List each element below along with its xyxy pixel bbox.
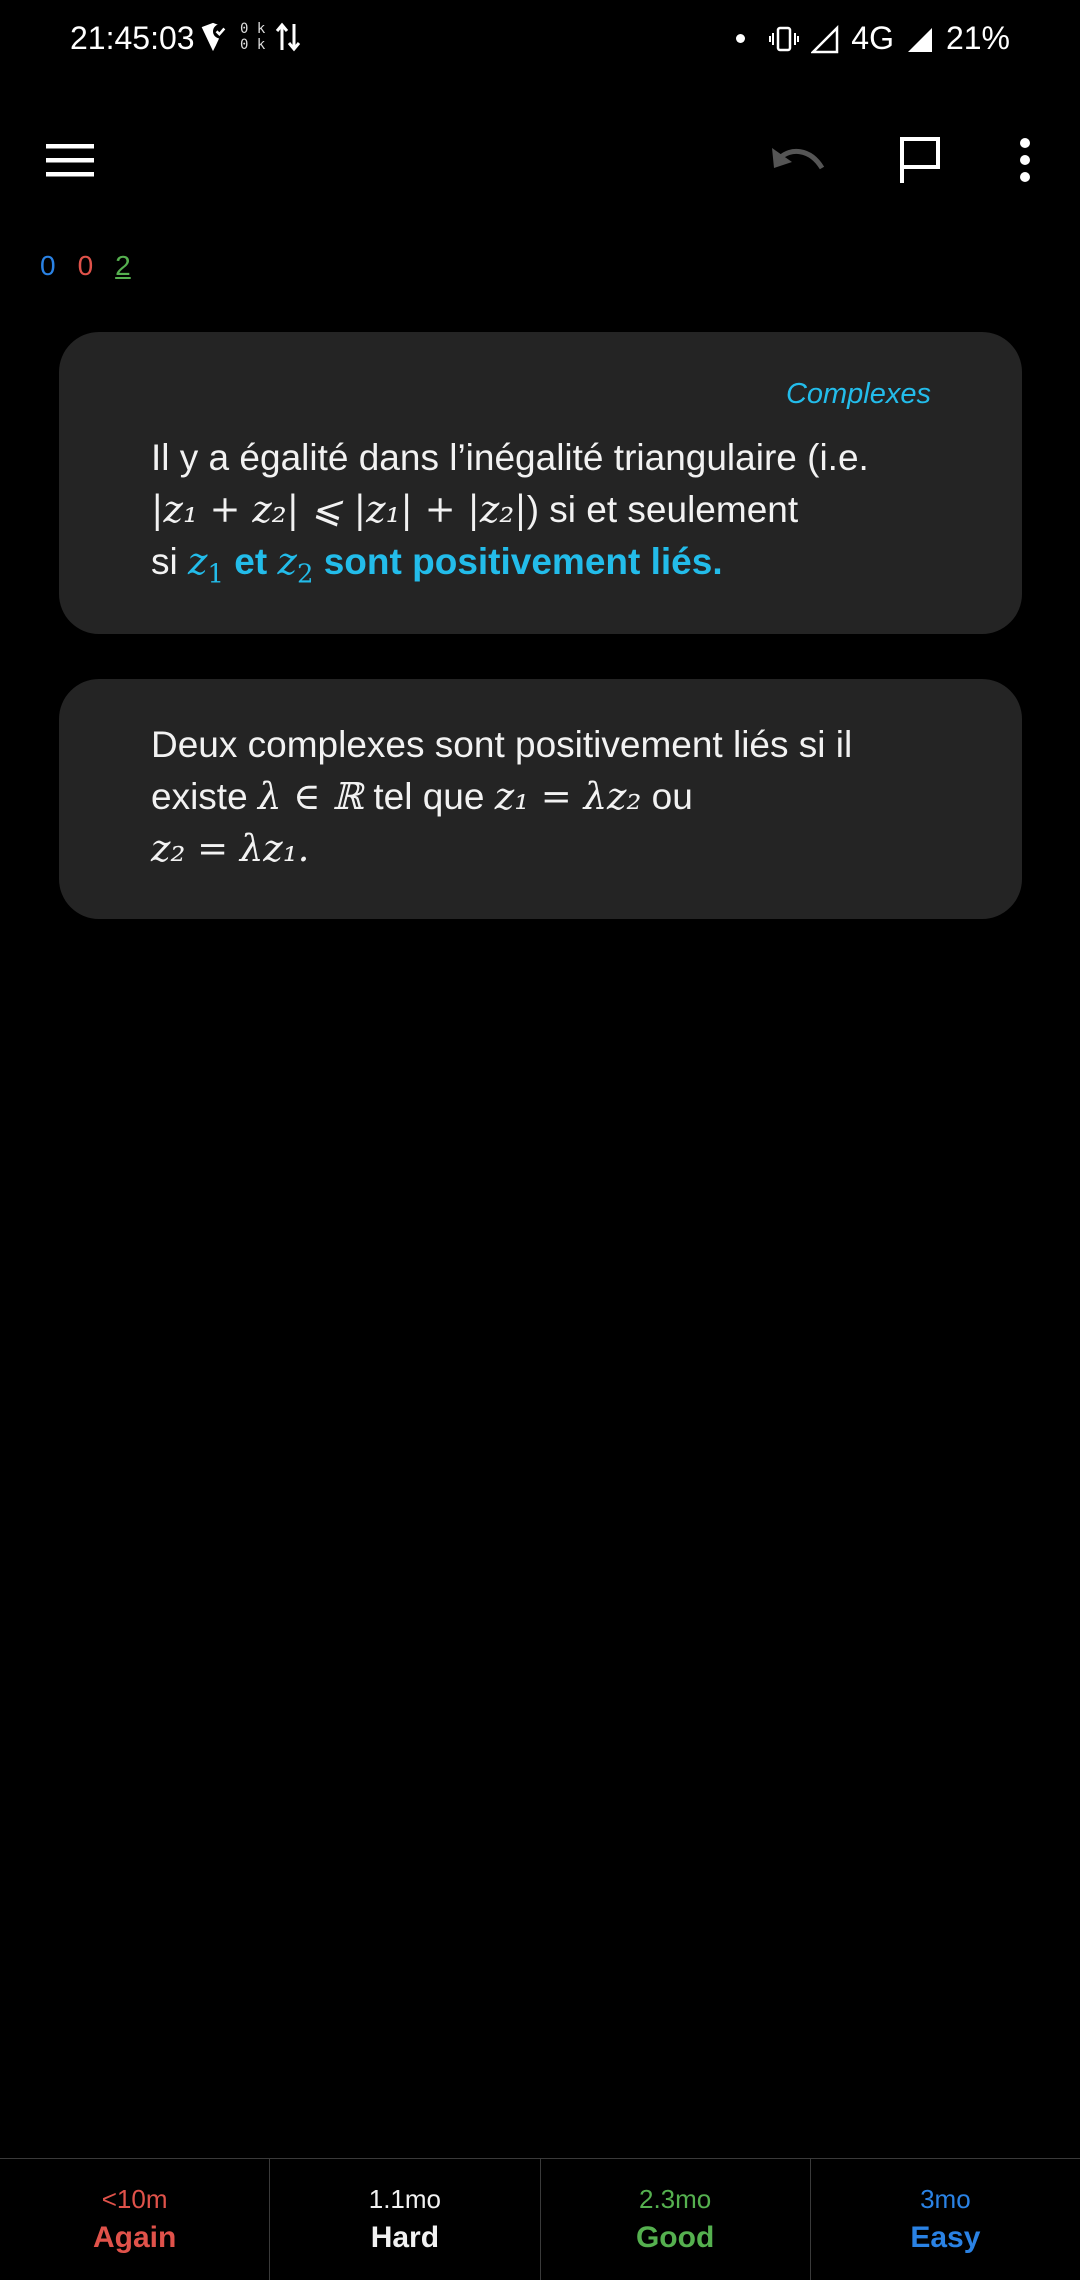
good-interval: 2.3mo <box>638 2184 712 2214</box>
cloze-rest: sont positivement liés. <box>323 541 723 582</box>
signal-icon <box>811 24 839 53</box>
answer-buttons: <10m Again 1.1mo Hard 2.3mo Good 3mo Eas… <box>0 2158 1080 2280</box>
status-time: 21:45:03 <box>70 20 195 56</box>
math-lambda-real: λ ∈ ℝ <box>257 775 364 818</box>
signal-full-icon <box>907 27 932 52</box>
hamburger-menu-icon <box>46 144 94 177</box>
answer-ou: ou <box>651 776 693 817</box>
math-z2: z2 <box>277 540 314 590</box>
undo-icon <box>772 148 825 170</box>
hard-button[interactable]: 1.1mo Hard <box>270 2159 541 2280</box>
answer-existe: existe <box>151 776 248 817</box>
notification-dot-icon <box>736 34 746 43</box>
easy-label: Easy <box>910 2221 981 2254</box>
network-type: 4G <box>851 20 894 56</box>
toolbar <box>0 110 1080 210</box>
card-counts: 0 0 2 <box>40 250 131 282</box>
good-button[interactable]: 2.3mo Good <box>540 2159 811 2280</box>
easy-button[interactable]: 3mo Easy <box>810 2159 1080 2280</box>
battery-level: 21% <box>945 20 1010 56</box>
math-z1: z1 <box>188 540 224 590</box>
answer-tel-que: tel que <box>373 776 485 817</box>
again-interval: <10m <box>101 2184 168 2214</box>
status-left-icons: 0 k 0 k <box>196 20 301 54</box>
shield-check-icon <box>201 22 228 52</box>
math-z2-eq: z₂ = λz₁. <box>151 827 310 870</box>
status-bar: 21:45:03 0 k 0 k 4G 21% <box>0 0 1080 80</box>
net-speed-up: 0 k <box>240 21 266 37</box>
learning-count: 0 <box>77 250 94 281</box>
vibrate-icon <box>769 26 800 51</box>
menu-button[interactable] <box>35 130 105 190</box>
review-count: 2 <box>115 250 131 281</box>
again-button[interactable]: <10m Again <box>0 2159 271 2280</box>
flag-icon <box>900 137 940 183</box>
question-line-3-prefix: si <box>151 541 178 582</box>
hard-label: Hard <box>370 2221 440 2254</box>
answer-text: Deux complexes sont positivement liés si… <box>151 719 962 875</box>
hard-interval: 1.1mo <box>368 2184 441 2214</box>
question-line-2-suffix: ) si et seulement <box>526 489 799 530</box>
flag-button[interactable] <box>885 130 955 190</box>
data-transfer-icon <box>276 22 301 52</box>
again-label: Again <box>92 2221 177 2254</box>
card-answer: Deux complexes sont positivement liés si… <box>59 679 1022 919</box>
more-vertical-icon <box>1020 138 1030 182</box>
good-label: Good <box>635 2221 715 2254</box>
new-count: 0 <box>40 250 56 281</box>
cloze-et: et <box>234 541 268 582</box>
card-question: Complexes Il y a égalité dans l’inégalit… <box>59 332 1022 634</box>
deck-tag: Complexes <box>785 378 931 410</box>
status-right-icons: 4G 21% <box>736 20 1010 57</box>
math-inequality: |z₁ + z₂| ⩽ |z₁| + |z₂| <box>151 488 527 531</box>
more-options-button[interactable] <box>990 130 1060 190</box>
question-line-1: Il y a égalité dans l’inégalité triangul… <box>151 437 869 478</box>
undo-button[interactable] <box>763 130 833 190</box>
net-speed: 0 k 0 k <box>240 21 265 53</box>
cloze-answer: z1 et z2 sont positivement liés. <box>188 540 723 590</box>
math-z1-eq: z₁ = λz₂ <box>494 775 642 818</box>
easy-interval: 3mo <box>920 2184 971 2214</box>
net-speed-down: 0 k <box>240 37 266 53</box>
question-text: Il y a égalité dans l’inégalité triangul… <box>151 432 962 600</box>
answer-line-1: Deux complexes sont positivement liés si… <box>151 724 853 765</box>
